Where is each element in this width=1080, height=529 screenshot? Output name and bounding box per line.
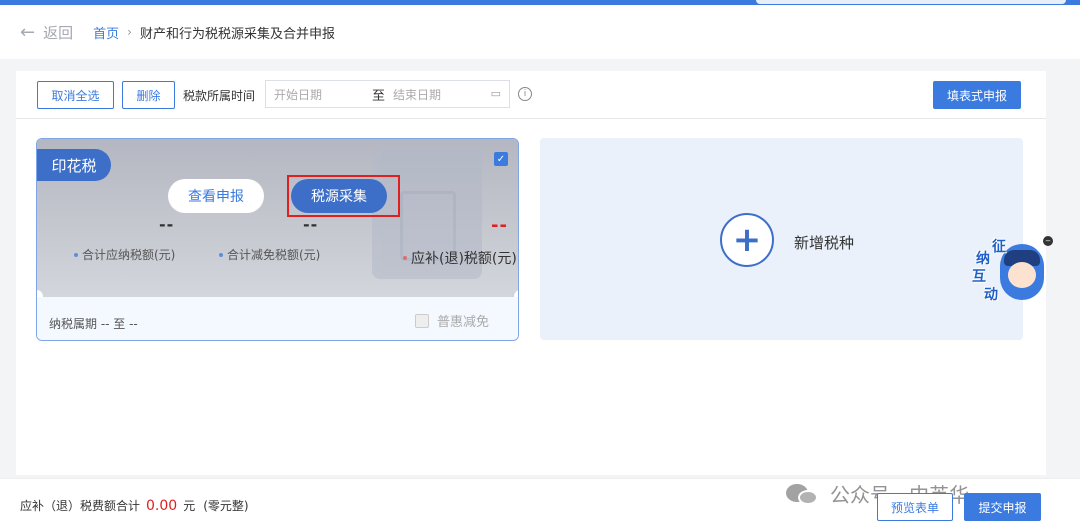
total-unit: 元 <box>183 499 196 513</box>
delete-button[interactable]: 删除 <box>122 81 175 109</box>
assistant-char: 动 <box>984 287 998 303</box>
back-button[interactable]: ← 返回 <box>20 22 73 43</box>
submit-declare-button[interactable]: 提交申报 <box>964 493 1041 521</box>
date-range-picker[interactable]: 开始日期 至 结束日期 ▭ <box>265 80 510 108</box>
arrow-left-icon: ← <box>20 21 36 43</box>
total-amount-in-words: (零元整) <box>203 499 249 513</box>
page-header: ← 返回 首页 › 财产和行为税税源采集及合并申报 <box>0 5 1080 59</box>
form-declare-button[interactable]: 填表式申报 <box>933 81 1021 109</box>
bullet-dot-icon <box>219 252 223 257</box>
relief-amount-value: -- <box>303 215 319 234</box>
end-date-input[interactable]: 结束日期 <box>393 86 483 103</box>
payable-amount-value: -- <box>159 215 175 234</box>
total-amount: 应补（退）税费额合计 0.00 元 (零元整) <box>20 497 249 514</box>
bullet-dot-icon <box>403 256 407 260</box>
checkbox-disabled-icon <box>415 313 429 328</box>
assistant-char: 纳 <box>976 251 990 267</box>
tax-type-badge: 印花税 <box>37 149 111 181</box>
breadcrumb-home-link[interactable]: 首页 <box>93 23 119 42</box>
tax-card-stamp-duty[interactable]: 印花税 ✓ 查看申报 税源采集 -- -- -- 合计应纳税额(元) 合计减免税… <box>36 138 519 341</box>
assistant-char: 互 <box>972 269 986 285</box>
refund-amount-label: 应补(退)税额(元) <box>403 248 517 268</box>
total-label: 应补（退）税费额合计 <box>20 499 141 513</box>
tax-period-label: 税款所属时间 <box>183 89 256 103</box>
refund-amount-value: -- <box>491 215 508 236</box>
back-label: 返回 <box>43 23 74 42</box>
highlight-annotation-box <box>287 175 400 217</box>
toolbar: 取消全选 删除 税款所属时间 开始日期 至 结束日期 ▭ i 填表式申报 <box>16 71 1046 119</box>
preview-form-button[interactable]: 预览表单 <box>877 493 953 521</box>
wechat-icon <box>786 482 820 506</box>
add-tax-type-label: 新增税种 <box>794 234 855 252</box>
start-date-input[interactable]: 开始日期 <box>274 86 364 103</box>
range-to-label: 至 <box>372 88 386 104</box>
interaction-assistant-widget[interactable]: 征 纳 互 动 − <box>970 236 1053 306</box>
tax-card-footer: 纳税属期 -- 至 -- 普惠减免 <box>37 297 518 340</box>
bullet-dot-icon <box>74 252 78 257</box>
checkbox-checked-icon[interactable]: ✓ <box>494 152 508 166</box>
assistant-avatar-icon <box>1000 244 1044 300</box>
tax-period-text: 纳税属期 -- 至 -- <box>49 317 138 331</box>
preferential-relief-checkbox[interactable]: 普惠减免 <box>415 311 489 330</box>
total-amount-value: 0.00 <box>146 497 178 514</box>
top-search-strip <box>756 0 1066 4</box>
assistant-char: 征 <box>992 239 1006 255</box>
calendar-icon[interactable]: ▭ <box>491 87 501 100</box>
cancel-select-all-button[interactable]: 取消全选 <box>37 81 114 109</box>
relief-amount-label: 合计减免税额(元) <box>219 246 320 263</box>
close-icon[interactable]: − <box>1043 236 1053 246</box>
footer-bar: 应补（退）税费额合计 0.00 元 (零元整) 公众号 · 中英华 预览表单 提… <box>0 478 1080 529</box>
breadcrumb-separator: › <box>127 25 132 39</box>
breadcrumb-current: 财产和行为税税源采集及合并申报 <box>139 26 335 42</box>
payable-amount-label: 合计应纳税额(元) <box>74 246 175 263</box>
info-icon[interactable]: i <box>518 87 532 101</box>
tax-card-summary: 印花税 ✓ 查看申报 税源采集 -- -- -- 合计应纳税额(元) 合计减免税… <box>37 139 518 297</box>
breadcrumb: 首页 › 财产和行为税税源采集及合并申报 <box>93 23 335 42</box>
plus-circle-icon: + <box>720 213 774 267</box>
add-tax-type-card[interactable]: + 新增税种 <box>540 138 1023 340</box>
view-declare-button[interactable]: 查看申报 <box>168 179 264 213</box>
main-panel: 取消全选 删除 税款所属时间 开始日期 至 结束日期 ▭ i 填表式申报 印花税… <box>16 71 1046 475</box>
